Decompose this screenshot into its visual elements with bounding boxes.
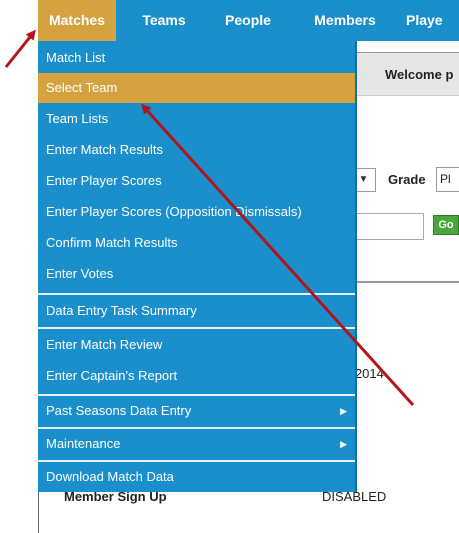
nav-players[interactable]: Playe xyxy=(406,0,459,41)
menu-item-enter-captains-report[interactable]: Enter Captain's Report xyxy=(38,361,355,391)
menu-item-enter-player-scores[interactable]: Enter Player Scores xyxy=(38,166,355,196)
grade-label: Grade xyxy=(388,172,426,187)
menu-item-download-match-data[interactable]: Download Match Data xyxy=(38,462,355,492)
nav-members[interactable]: Members xyxy=(300,0,390,41)
menu-item-match-list[interactable]: Match List xyxy=(38,43,355,73)
welcome-text: Welcome p xyxy=(385,67,454,82)
menu-item-enter-match-review[interactable]: Enter Match Review xyxy=(38,330,355,360)
menu-item-label: Past Seasons Data Entry xyxy=(46,403,192,418)
menu-item-data-entry-task-summary[interactable]: Data Entry Task Summary xyxy=(38,296,355,326)
grade-select[interactable]: Pl xyxy=(436,167,459,192)
welcome-bar: Welcome p xyxy=(353,52,459,96)
menu-item-select-team[interactable]: Select Team xyxy=(38,73,355,103)
nav-people[interactable]: People xyxy=(208,0,288,41)
menu-item-team-lists[interactable]: Team Lists xyxy=(38,104,355,134)
menu-item-enter-match-results[interactable]: Enter Match Results xyxy=(38,135,355,165)
nav-teams[interactable]: Teams xyxy=(128,0,200,41)
menu-item-label: Maintenance xyxy=(46,436,121,451)
menu-item-enter-votes[interactable]: Enter Votes xyxy=(38,259,355,289)
menu-item-enter-player-scores-opposition[interactable]: Enter Player Scores (Opposition Dismissa… xyxy=(38,197,355,227)
search-input[interactable] xyxy=(352,213,424,240)
top-nav-bar: Matches Teams People Members Playe xyxy=(38,0,459,41)
go-button[interactable]: Go xyxy=(433,215,459,235)
matches-dropdown-menu: Match List Select Team Team Lists Enter … xyxy=(38,41,357,492)
chevron-down-icon: ▼ xyxy=(358,174,369,185)
submenu-arrow-icon: ▶ xyxy=(340,406,347,416)
arrow-to-matches xyxy=(4,29,36,68)
nav-matches[interactable]: Matches xyxy=(38,0,116,41)
menu-separator xyxy=(38,293,355,295)
menu-item-maintenance[interactable]: Maintenance ▶ xyxy=(38,429,355,459)
menu-item-confirm-match-results[interactable]: Confirm Match Results xyxy=(38,228,355,258)
submenu-arrow-icon: ▶ xyxy=(340,439,347,449)
menu-separator xyxy=(38,327,355,329)
menu-item-past-seasons-data-entry[interactable]: Past Seasons Data Entry ▶ xyxy=(38,396,355,426)
divider xyxy=(352,281,459,283)
